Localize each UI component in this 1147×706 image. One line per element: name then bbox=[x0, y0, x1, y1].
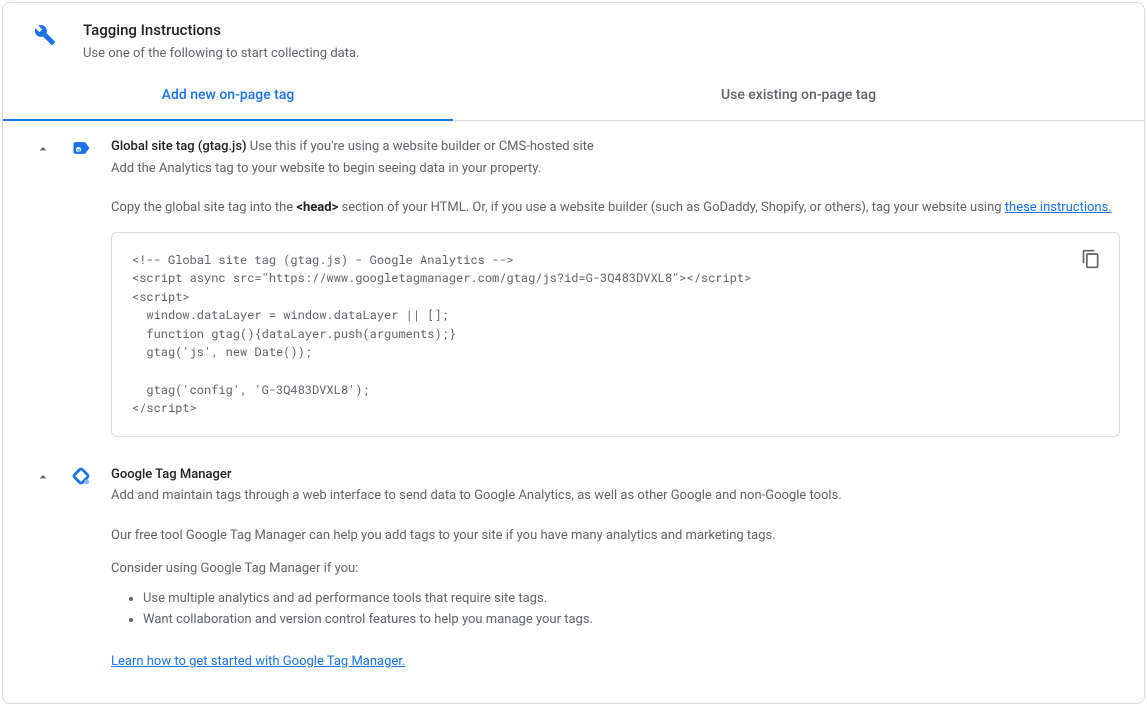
instr-text-2: section of your HTML. Or, if you use a w… bbox=[338, 200, 1004, 215]
gtm-para1: Our free tool Google Tag Manager can hel… bbox=[111, 526, 1120, 546]
gtag-instructions: Copy the global site tag into the <head>… bbox=[111, 198, 1120, 218]
gtm-title-line: Google Tag Manager bbox=[111, 465, 1120, 485]
gtag-section: g Global site tag (gtag.js) Use this if … bbox=[3, 121, 1144, 459]
code-snippet[interactable]: <!-- Global site tag (gtag.js) - Google … bbox=[132, 251, 1103, 418]
gtag-title-line: Global site tag (gtag.js) Use this if yo… bbox=[111, 137, 1120, 157]
gtm-title: Google Tag Manager bbox=[111, 467, 231, 482]
gtm-subtitle: Add and maintain tags through a web inte… bbox=[111, 486, 1120, 506]
page-title: Tagging Instructions bbox=[83, 19, 1124, 42]
wrench-icon bbox=[33, 23, 57, 47]
svg-text:g: g bbox=[77, 149, 80, 154]
these-instructions-link[interactable]: these instructions. bbox=[1005, 200, 1112, 215]
page-subtitle: Use one of the following to start collec… bbox=[83, 44, 1124, 64]
copy-icon[interactable] bbox=[1079, 247, 1103, 271]
gtag-subtitle: Add the Analytics tag to your website to… bbox=[111, 159, 1120, 179]
gtm-para2: Consider using Google Tag Manager if you… bbox=[111, 559, 1120, 579]
tabs: Add new on-page tag Use existing on-page… bbox=[3, 71, 1144, 121]
collapse-icon[interactable] bbox=[33, 467, 53, 487]
tab-use-existing[interactable]: Use existing on-page tag bbox=[453, 71, 1144, 120]
gtm-learn-link[interactable]: Learn how to get started with Google Tag… bbox=[111, 654, 405, 669]
collapse-icon[interactable] bbox=[33, 139, 53, 159]
list-item: Use multiple analytics and ad performanc… bbox=[143, 589, 1120, 609]
tagging-instructions-card: Tagging Instructions Use one of the foll… bbox=[2, 2, 1145, 704]
card-header: Tagging Instructions Use one of the foll… bbox=[3, 3, 1144, 71]
gtag-title-suffix: Use this if you're using a website build… bbox=[247, 139, 594, 154]
tab-add-new[interactable]: Add new on-page tag bbox=[3, 71, 453, 120]
gtm-icon bbox=[69, 464, 93, 488]
tag-icon: g bbox=[69, 136, 93, 160]
head-tag-label: <head> bbox=[296, 200, 338, 215]
code-snippet-box: <!-- Global site tag (gtag.js) - Google … bbox=[111, 232, 1120, 437]
gtm-section: Google Tag Manager Add and maintain tags… bbox=[3, 459, 1144, 704]
instr-text: Copy the global site tag into the bbox=[111, 200, 296, 215]
gtag-title: Global site tag (gtag.js) bbox=[111, 139, 247, 154]
gtm-bullet-list: Use multiple analytics and ad performanc… bbox=[143, 589, 1120, 630]
list-item: Want collaboration and version control f… bbox=[143, 610, 1120, 630]
